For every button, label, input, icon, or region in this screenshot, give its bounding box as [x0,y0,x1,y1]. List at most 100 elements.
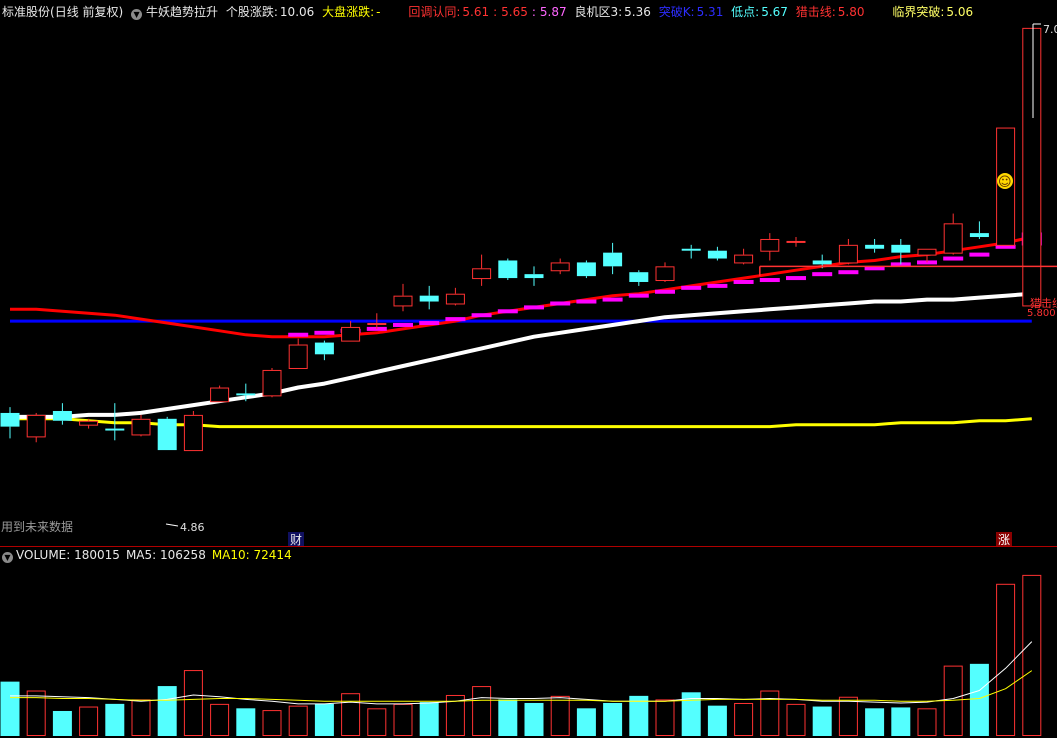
limit-up-badge[interactable]: 涨 [998,532,1010,547]
candle-body [341,326,361,342]
volume-bar [131,699,151,737]
candle-body [498,260,518,279]
magenta-step-marker [550,301,571,306]
candle-body [655,266,675,282]
volume-bar [786,703,806,736]
candle-body [917,248,937,256]
magenta-step-marker [602,297,623,302]
hunt-line-value: 5.800 [1027,308,1056,319]
candle-body [419,295,439,302]
min-price-pointer [165,523,179,527]
volume-bar [1022,574,1042,737]
candle-body [131,418,151,436]
magenta-step-marker [655,289,675,294]
candle-body [707,250,727,259]
magenta-step-marker [419,321,440,326]
candle-body [865,244,885,249]
magenta-step-marker [393,322,413,327]
ma-white-line [10,291,1032,419]
candle-body [79,420,99,426]
future-data-note: 用到未来数据 [1,519,73,534]
volume-bar [603,702,623,736]
volume-bar [79,706,99,737]
magenta-step-marker [786,276,806,281]
top-price-label: 7.0 [1043,23,1057,36]
candle-body [1022,27,1042,307]
candle-body [786,240,806,243]
candle-body [236,393,256,396]
candle-body [943,223,963,254]
magenta-step-marker [445,317,466,322]
magenta-step-marker [707,283,728,288]
magenta-step-marker [943,256,964,261]
magenta-step-marker [969,252,990,257]
candle-body [891,244,911,253]
volume-bar [865,708,885,736]
volume-bar [262,710,282,736]
volume-bar [210,703,230,736]
volume-bar [367,708,387,737]
magenta-step-marker [733,279,754,284]
finance-badge[interactable]: 财 [290,533,302,547]
volume-bar [917,708,937,737]
volume-bar [0,681,20,736]
volume-bar [550,695,570,736]
volume-bar [236,708,256,736]
volume-bar [812,706,832,736]
magenta-step-marker [812,272,833,277]
volume-bar [996,583,1016,737]
volume-bars [0,574,1042,737]
magenta-step-marker [838,270,859,275]
magenta-step-marker [759,278,780,283]
volume-bar [891,707,911,736]
candle-body [838,244,858,264]
volume-bar [288,705,308,736]
volume-bar [838,696,858,736]
volume-bar [498,699,518,736]
volume-bar [105,703,125,736]
volume-bar [157,686,177,736]
magenta-step-marker [497,309,518,314]
magenta-step-marker [524,305,544,310]
volume-bar [314,703,334,736]
candle-body [393,295,413,307]
magenta-step-marker [681,285,702,290]
candle-body [367,323,387,326]
volume-bar [969,663,989,736]
volume-bar [183,670,203,736]
candle-body [472,268,492,280]
candle-body [734,254,754,264]
stock-chart-window: { "header": { "stock_name": "标准股份", "per… [0,0,1057,738]
candle-body [969,233,989,238]
candle-body [0,412,20,427]
candle-body [105,428,125,431]
candle-body [262,369,282,397]
volume-bar [341,693,361,737]
candle-body [629,272,649,282]
volume-bar [524,702,544,736]
candle-body [576,262,596,277]
magenta-step-marker [314,330,335,335]
volume-bar [576,708,596,736]
candle-body [210,387,230,403]
candle-body [681,248,701,251]
annotations [165,23,1057,527]
min-price-label: 4.86 [180,521,205,534]
candle-body [445,293,465,305]
magenta-step-marker [576,299,597,304]
candlesticks [0,27,1042,452]
candle-body [26,414,46,438]
magenta-step-marker [471,313,492,318]
price-volume-chart[interactable]: 用到未来数据 7.0 猎击线 5.800 财 涨 ☺ 4.86 [0,0,1057,738]
candle-body [550,262,570,272]
volume-bar [393,703,413,736]
candle-body [183,414,203,452]
candle-body [52,410,72,421]
volume-bar [734,702,754,736]
candle-body [603,252,623,267]
candle-body [760,238,780,252]
volume-bar [760,690,780,736]
candle-body [524,274,544,279]
volume-bar [419,702,439,736]
smiley-glyph: ☺ [998,175,1012,190]
